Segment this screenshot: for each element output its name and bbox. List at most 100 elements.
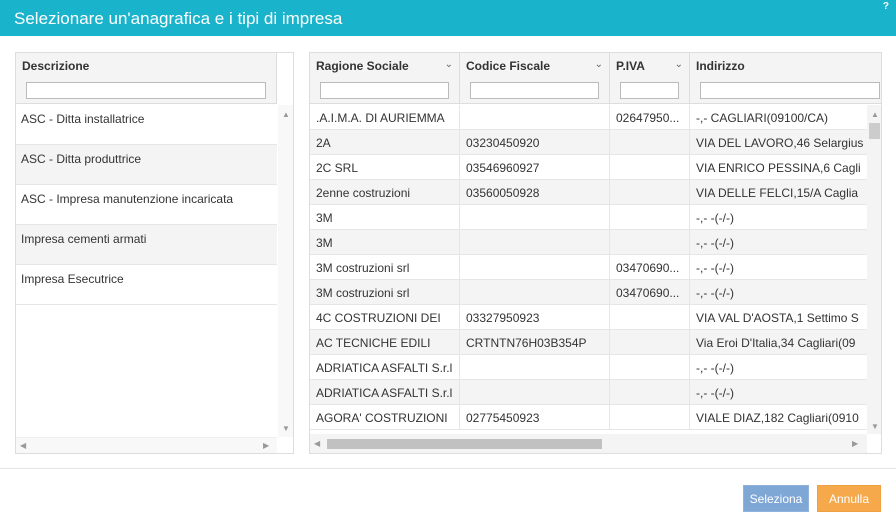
table-row[interactable]: ADRIATICA ASFALTI S.r.l -,- -(-/-) [310,380,867,405]
column-header-piva[interactable]: P.IVA ⌄ [610,53,690,104]
list-item-label: ASC - Impresa manutenzione incaricata [21,192,234,206]
description-column-header: Descrizione [16,53,277,104]
left-vertical-scrollbar[interactable]: ▲ ▼ [278,105,293,437]
list-item[interactable]: Impresa Esecutrice [16,265,277,305]
description-header-label: Descrizione [22,59,90,73]
cell-codice-fiscale [460,355,610,380]
list-item-label: ASC - Ditta installatrice [21,112,145,126]
cell-ragione-sociale: 3M [310,230,460,255]
table-row[interactable]: ADRIATICA ASFALTI S.r.l -,- -(-/-) [310,355,867,380]
cell-indirizzo: Via Eroi D'Italia,34 Cagliari(09 [696,336,856,350]
cell-codice-fiscale [460,255,610,280]
list-item-label: ASC - Ditta produttrice [21,152,142,166]
chevron-down-icon[interactable]: ⌄ [445,59,453,70]
cell-codice-fiscale [460,280,610,305]
column-header-indirizzo[interactable]: Indirizzo [690,53,881,104]
business-type-list: Descrizione ASC - Ditta installatrice AS… [15,52,294,454]
cell-ragione-sociale: .A.I.M.A. DI AURIEMMA [310,105,460,130]
table-row[interactable]: 2A 03230450920 VIA DEL LAVORO,46 Selargi… [310,130,867,155]
grid-vertical-scrollbar[interactable]: ▲ ▼ [867,105,881,434]
cell-codice-fiscale: 03230450920 [460,130,610,155]
scroll-down-icon[interactable]: ▼ [871,423,879,431]
cell-indirizzo: -,- -(-/-) [696,286,734,300]
cell-indirizzo: -,- -(-/-) [696,236,734,250]
grid-horizontal-scrollbar[interactable]: ◀ ▶ [310,434,867,453]
select-button[interactable]: Seleziona [743,485,809,512]
list-item[interactable]: ASC - Ditta installatrice [16,105,277,145]
vertical-scroll-thumb[interactable] [869,123,880,139]
business-type-rows: ASC - Ditta installatrice ASC - Ditta pr… [16,105,277,437]
cell-codice-fiscale: 02775450923 [460,405,610,430]
scroll-left-icon[interactable]: ◀ [314,440,320,448]
ragione-sociale-filter-input[interactable] [320,82,449,99]
cell-ragione-sociale: ADRIATICA ASFALTI S.r.l [310,355,460,380]
cell-indirizzo: -,- -(-/-) [696,386,734,400]
cell-codice-fiscale [460,380,610,405]
cell-codice-fiscale [460,230,610,255]
codice-fiscale-filter-input[interactable] [470,82,599,99]
cell-indirizzo: VIA VAL D'AOSTA,1 Settimo S [696,311,859,325]
cell-codice-fiscale [460,105,610,130]
cell-piva [610,230,690,255]
dialog-titlebar: Selezionare un'anagrafica e i tipi di im… [0,0,896,36]
column-header-codice-fiscale[interactable]: Codice Fiscale ⌄ [460,53,610,104]
cell-ragione-sociale: 3M [310,205,460,230]
table-row[interactable]: AGORA' COSTRUZIONI 02775450923 VIALE DIA… [310,405,867,430]
list-item-label: Impresa cementi armati [21,232,147,246]
list-item[interactable]: ASC - Ditta produttrice [16,145,277,185]
cell-indirizzo: VIALE DIAZ,182 Cagliari(0910 [696,411,859,425]
cell-piva: 03470690... [610,280,690,305]
cell-codice-fiscale: CRTNTN76H03B354P [460,330,610,355]
scroll-up-icon[interactable]: ▲ [871,111,879,119]
description-filter-input[interactable] [26,82,266,99]
list-item[interactable]: ASC - Impresa manutenzione incaricata [16,185,277,225]
column-header-ragione-sociale[interactable]: Ragione Sociale ⌄ [310,53,460,104]
list-item[interactable]: Impresa cementi armati [16,225,277,265]
cell-piva [610,155,690,180]
scroll-down-icon[interactable]: ▼ [282,425,290,433]
cell-piva: 02647950... [610,105,690,130]
table-row[interactable]: AC TECNICHE EDILI CRTNTN76H03B354P Via E… [310,330,867,355]
piva-filter-input[interactable] [620,82,679,99]
column-header-label: Codice Fiscale [466,59,551,73]
indirizzo-filter-input[interactable] [700,82,880,99]
cell-piva [610,205,690,230]
table-row[interactable]: 3M costruzioni srl 03470690... -,- -(-/-… [310,280,867,305]
table-row[interactable]: .A.I.M.A. DI AURIEMMA 02647950... -,- CA… [310,105,867,130]
chevron-down-icon[interactable]: ⌄ [595,59,603,70]
footer-divider [0,468,896,469]
cell-piva [610,405,690,430]
cancel-button[interactable]: Annulla [817,485,881,512]
table-row[interactable]: 3M -,- -(-/-) [310,230,867,255]
table-row[interactable]: 3M costruzioni srl 03470690... -,- -(-/-… [310,255,867,280]
cell-codice-fiscale: 03327950923 [460,305,610,330]
registry-grid: Ragione Sociale ⌄ Codice Fiscale ⌄ P.IVA… [309,52,882,454]
dialog-title: Selezionare un'anagrafica e i tipi di im… [14,9,343,28]
cell-codice-fiscale: 03560050928 [460,180,610,205]
table-row[interactable]: 2C SRL 03546960927 VIA ENRICO PESSINA,6 … [310,155,867,180]
cell-ragione-sociale: 4C COSTRUZIONI DEI [310,305,460,330]
help-icon[interactable]: ? [883,1,889,12]
column-header-label: P.IVA [616,59,645,73]
scroll-right-icon[interactable]: ▶ [263,442,269,450]
grid-body: .A.I.M.A. DI AURIEMMA 02647950... -,- CA… [310,105,867,434]
table-row[interactable]: 3M -,- -(-/-) [310,205,867,230]
chevron-down-icon[interactable]: ⌄ [675,59,683,70]
scroll-right-icon[interactable]: ▶ [852,440,858,448]
cell-ragione-sociale: AGORA' COSTRUZIONI [310,405,460,430]
cell-piva [610,180,690,205]
scroll-up-icon[interactable]: ▲ [282,111,290,119]
cell-ragione-sociale: 2enne costruzioni [310,180,460,205]
horizontal-scroll-thumb[interactable] [327,439,602,449]
cell-ragione-sociale: 2C SRL [310,155,460,180]
cell-ragione-sociale: 3M costruzioni srl [310,255,460,280]
table-row[interactable]: 2enne costruzioni 03560050928 VIA DELLE … [310,180,867,205]
table-row[interactable]: 4C COSTRUZIONI DEI 03327950923 VIA VAL D… [310,305,867,330]
cell-piva: 03470690... [610,255,690,280]
left-horizontal-scrollbar[interactable]: ◀ ▶ [16,437,277,453]
cell-piva [610,130,690,155]
scroll-left-icon[interactable]: ◀ [20,442,26,450]
cell-indirizzo: -,- CAGLIARI(09100/CA) [696,111,829,125]
grid-header: Ragione Sociale ⌄ Codice Fiscale ⌄ P.IVA… [310,53,881,104]
cell-ragione-sociale: 2A [310,130,460,155]
